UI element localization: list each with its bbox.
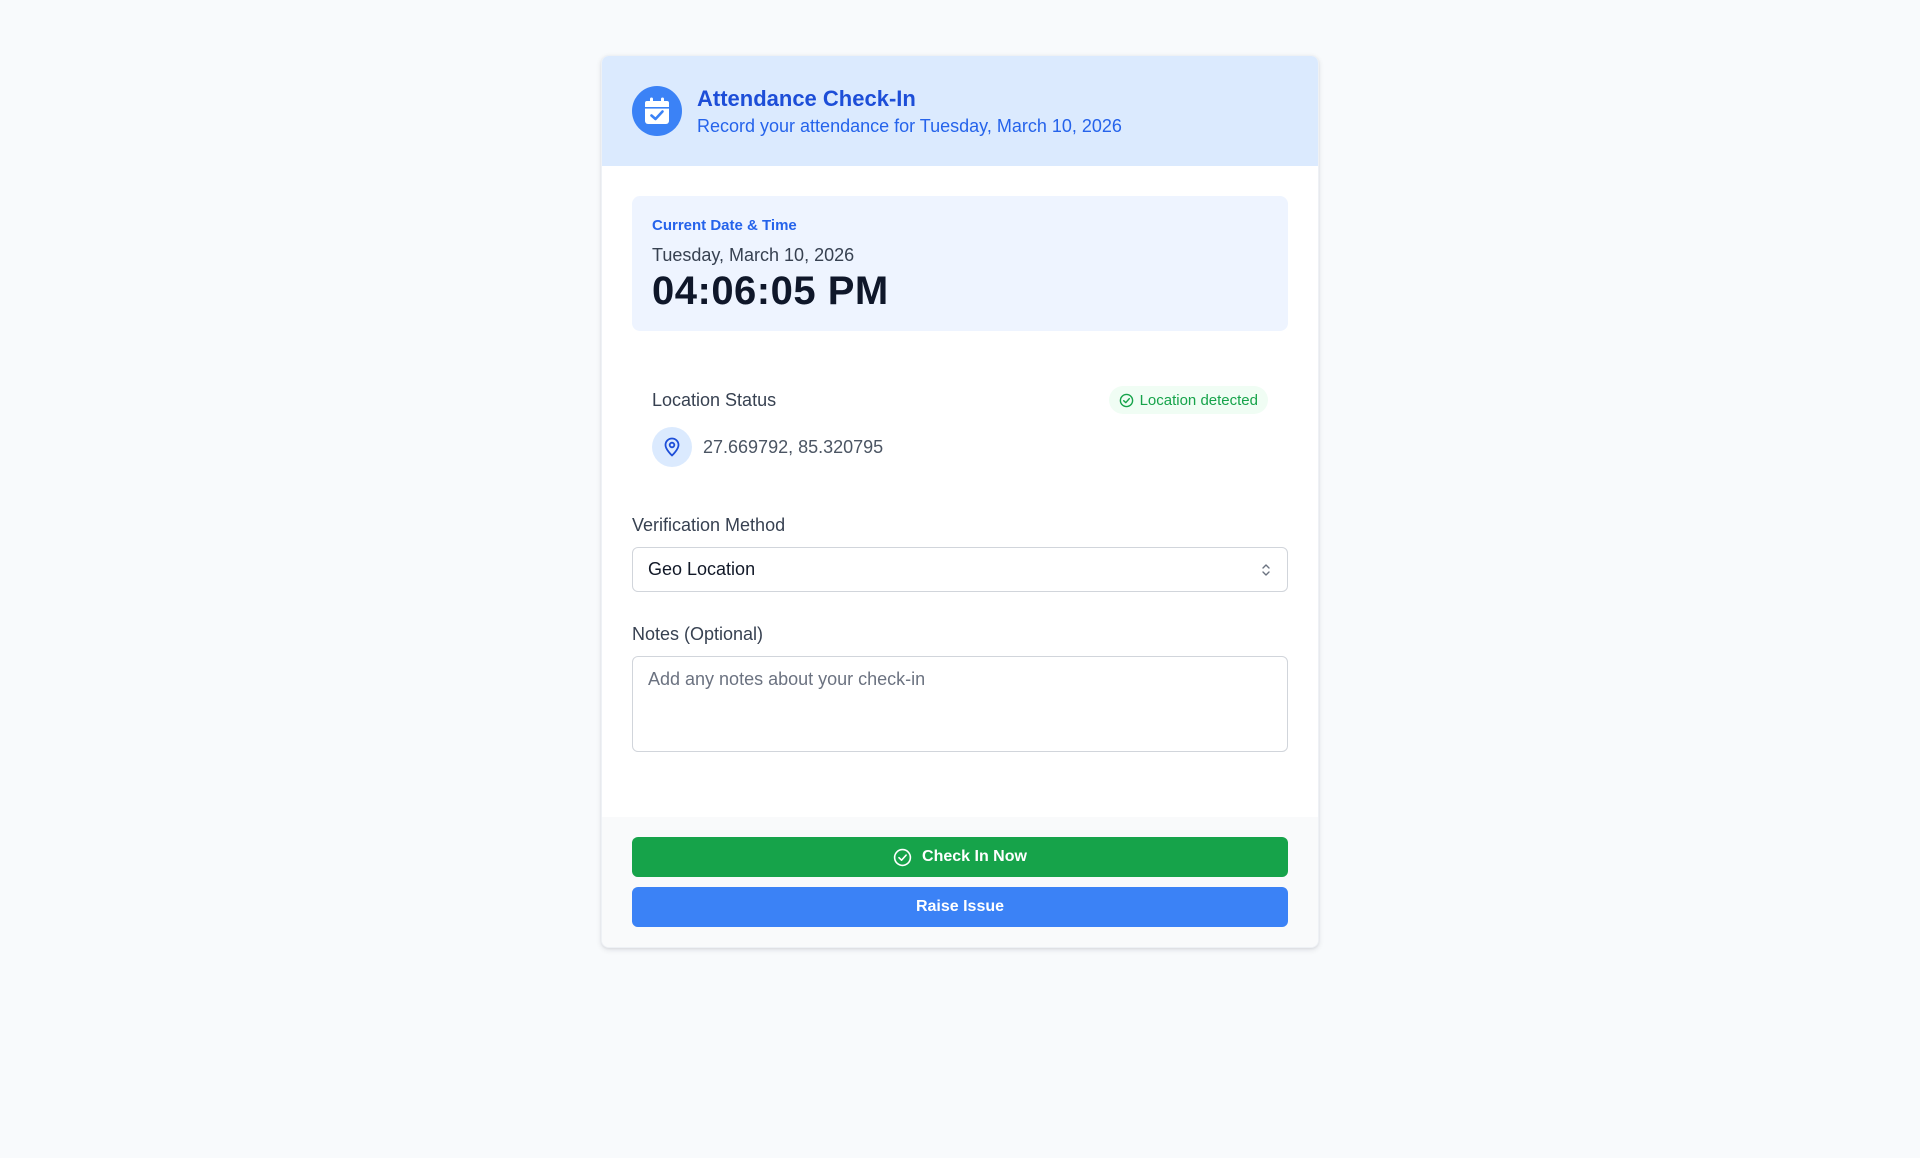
location-status-section: Location Status Location detected 27.669… [632,385,1288,467]
map-pin-icon [652,427,692,467]
page-subtitle: Record your attendance for Tuesday, Marc… [697,115,1122,136]
notes-textarea[interactable] [632,656,1288,752]
card-header: Attendance Check-In Record your attendan… [602,56,1318,166]
check-in-button[interactable]: Check In Now [632,837,1288,877]
verification-method-value: Geo Location [648,559,756,579]
raise-issue-button-label: Raise Issue [915,898,1005,915]
check-circle-icon [893,848,912,867]
verification-method-label: Verification Method [632,515,786,535]
chevron-up-down-icon [1260,562,1272,578]
notes-label: Notes (Optional) [632,624,764,644]
verification-method-select[interactable]: Geo Location [632,547,1288,592]
location-badge-text: Location detected [1139,391,1258,409]
location-status-label: Location Status [652,389,777,410]
datetime-label: Current Date & Time [652,217,797,234]
calendar-check-icon [632,86,682,136]
location-coordinates: 27.669792, 85.320795 [703,436,884,457]
raise-issue-button[interactable]: Raise Issue [632,887,1288,927]
attendance-card: Attendance Check-In Record your attendan… [601,55,1319,948]
current-time: 04:06:05 PM [652,269,889,313]
current-date: Tuesday, March 10, 2026 [652,245,855,265]
location-detected-badge: Location detected [1108,386,1268,414]
card-footer: Check In Now Raise Issue [602,817,1318,947]
check-in-button-label: Check In Now [922,848,1027,865]
check-circle-icon [1119,393,1134,408]
page-title: Attendance Check-In [697,85,916,111]
datetime-panel: Current Date & Time Tuesday, March 10, 2… [632,196,1288,331]
